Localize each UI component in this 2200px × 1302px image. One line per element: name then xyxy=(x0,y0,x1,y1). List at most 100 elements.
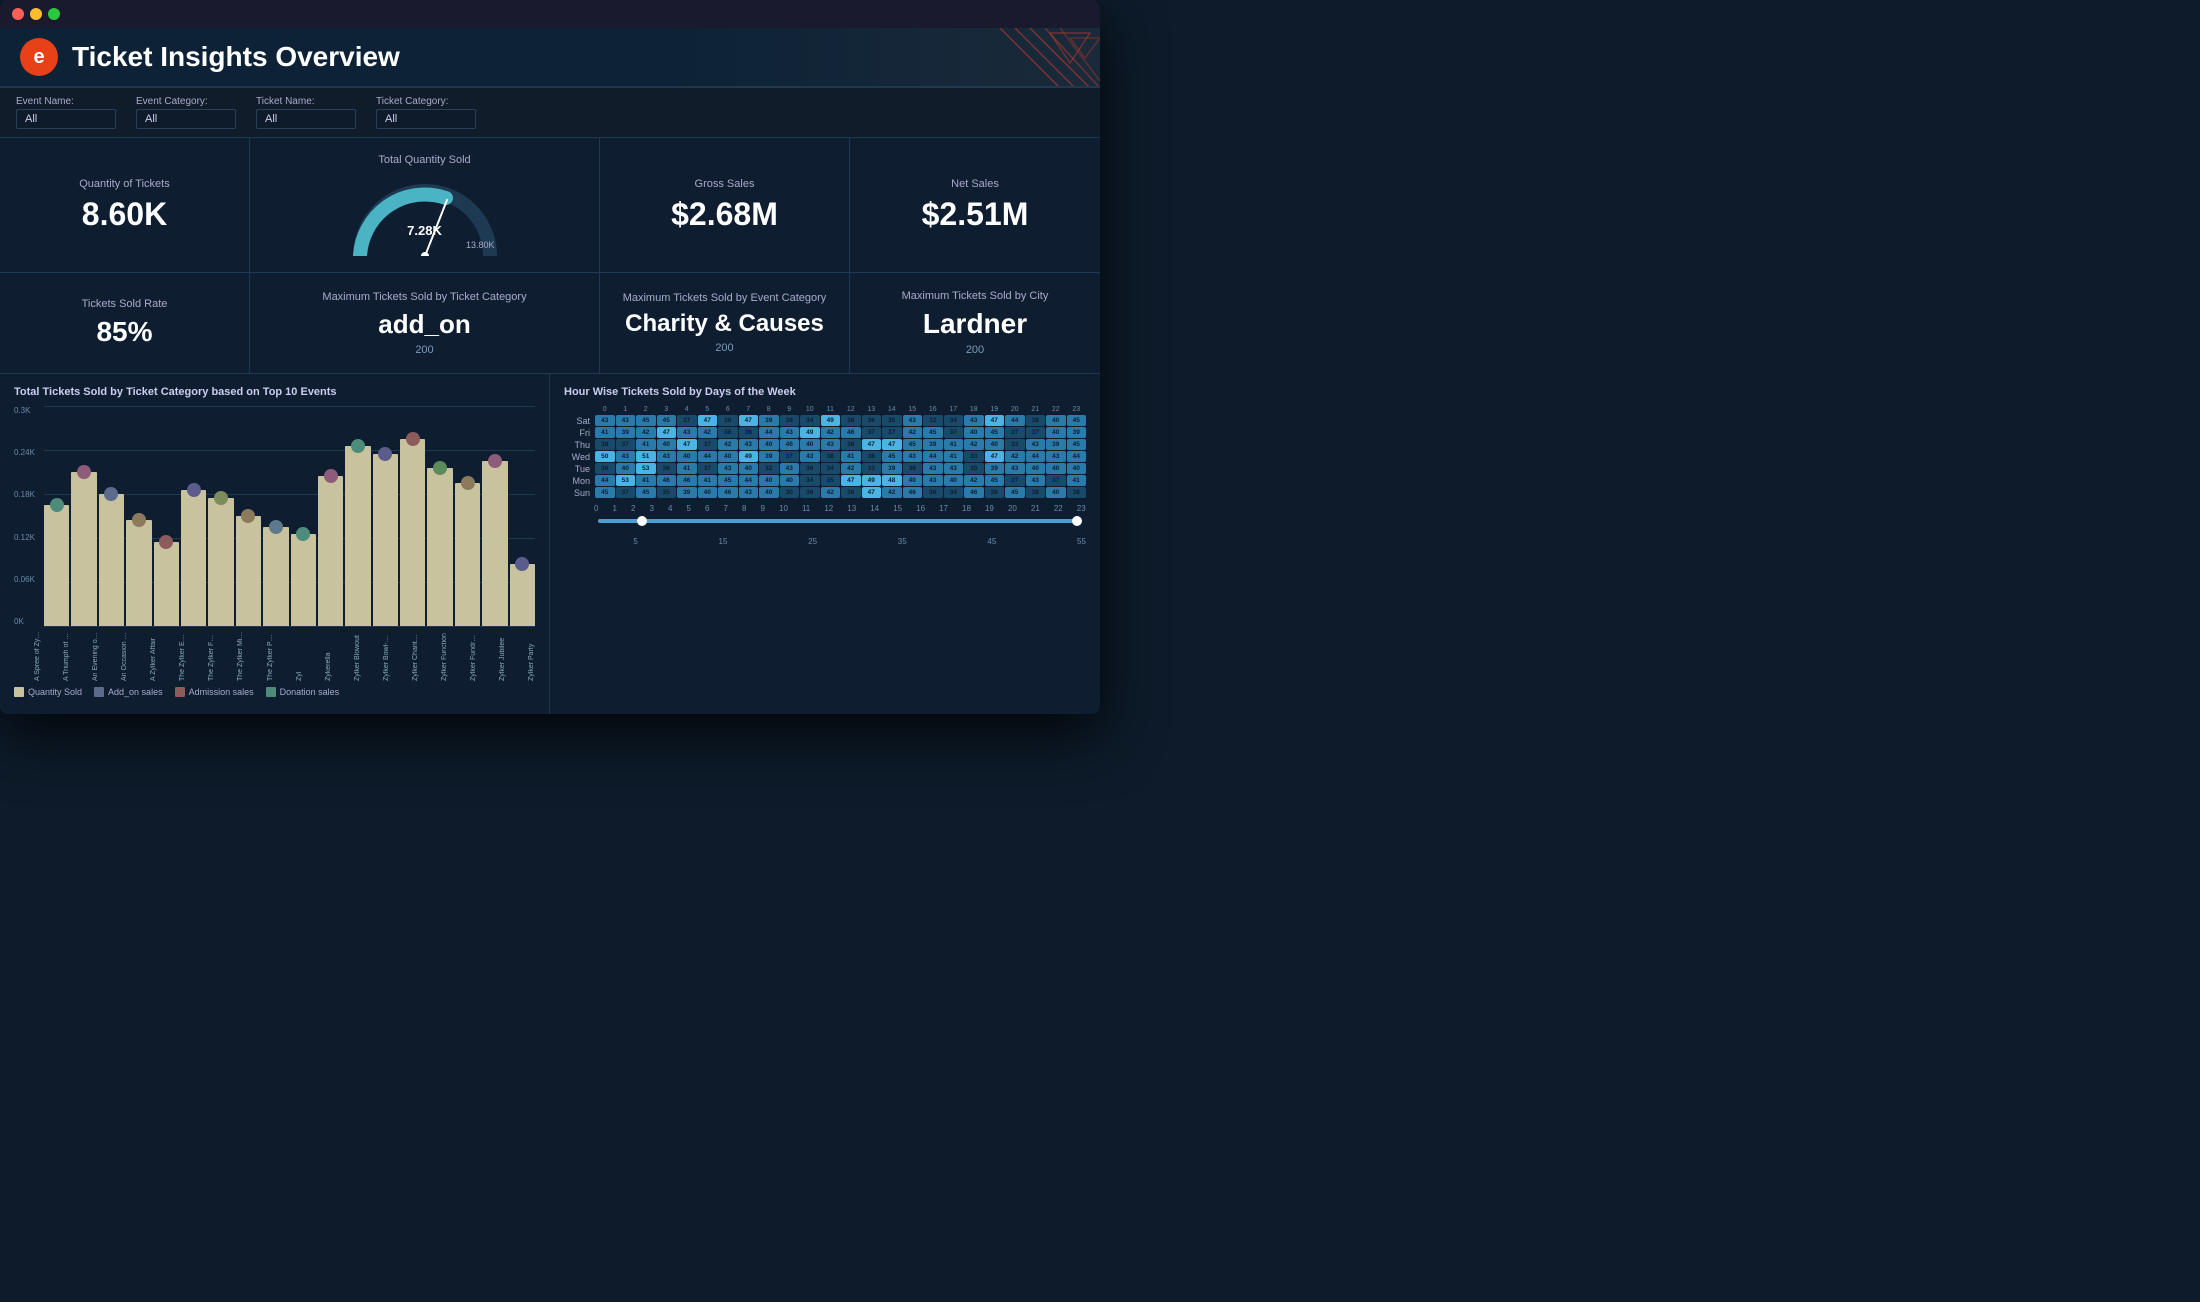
legend-label: Quantity Sold xyxy=(28,687,82,697)
heatmap-hour-header: 23 xyxy=(1067,406,1087,413)
minimize-button[interactable] xyxy=(30,8,42,20)
max-ticket-cat-sub: 200 xyxy=(415,344,433,356)
bar-group xyxy=(126,406,151,626)
heatmap-cell: 38 xyxy=(718,427,738,438)
heatmap-cell: 37 xyxy=(698,463,718,474)
bar-group xyxy=(482,406,507,626)
heatmap-cell: 33 xyxy=(964,451,984,462)
heatmap-row: Thu3837414047374243404640433847474539414… xyxy=(564,439,1086,450)
bar-rect xyxy=(291,534,316,626)
heatmap-cell: 43 xyxy=(1026,439,1046,450)
heatmap-cell: 32 xyxy=(923,415,943,426)
heatmap-cell: 53 xyxy=(636,463,656,474)
heatmap-cell: 40 xyxy=(780,475,800,486)
bar-group xyxy=(99,406,124,626)
heatmap-cell: 41 xyxy=(677,463,697,474)
bar-label: Zylker Function xyxy=(421,631,448,681)
heatmap-cell: 41 xyxy=(636,439,656,450)
heatmap-cell: 38 xyxy=(841,439,861,450)
kpi-row-2: Tickets Sold Rate 85% Maximum Tickets So… xyxy=(0,273,1100,374)
hour-label: 19 xyxy=(985,504,994,513)
heatmap-cell: 43 xyxy=(923,463,943,474)
heatmap-hour-header: 21 xyxy=(1026,406,1046,413)
maximize-button[interactable] xyxy=(48,8,60,20)
heatmap-cell: 43 xyxy=(739,487,759,498)
heatmap-cell: 36 xyxy=(800,487,820,498)
heatmap-cell: 41 xyxy=(944,451,964,462)
heatmap-cell: 41 xyxy=(595,427,615,438)
bar-chart-area: 0.3K0.24K0.18K0.12K0.06K0K xyxy=(44,406,535,626)
heatmap-hour-header: 4 xyxy=(677,406,697,413)
event-name-select[interactable]: All xyxy=(16,109,116,129)
heatmap-grid: 01234567891011121314151617181920212223Sa… xyxy=(564,406,1086,498)
heatmap-cell: 46 xyxy=(841,427,861,438)
bar-rect xyxy=(154,542,179,626)
heatmap-cell: 40 xyxy=(985,439,1005,450)
heatmap-cell: 43 xyxy=(923,475,943,486)
heatmap-cell: 45 xyxy=(657,415,677,426)
ticket-category-select[interactable]: All xyxy=(376,109,476,129)
heatmap-cell: 36 xyxy=(841,487,861,498)
heatmap-cell: 40 xyxy=(759,487,779,498)
heatmap-cell: 43 xyxy=(780,427,800,438)
hour-label: 20 xyxy=(1008,504,1017,513)
heatmap-cell: 44 xyxy=(739,475,759,486)
max-event-cat-sub: 200 xyxy=(715,342,733,354)
heatmap-cell: 38 xyxy=(1026,415,1046,426)
bar-labels: A Spree of ZylkerA Triumph of ZylkerAn E… xyxy=(14,628,535,681)
bar-label: Zylker Jubilee xyxy=(479,631,506,681)
max-event-cat-value: Charity & Causes xyxy=(625,310,824,338)
max-city-label: Maximum Tickets Sold by City xyxy=(902,290,1049,302)
event-category-select[interactable]: All xyxy=(136,109,236,129)
gauge-label: Total Quantity Sold xyxy=(378,154,470,166)
event-name-label: Event Name: xyxy=(16,96,116,107)
heatmap-hour-header: 22 xyxy=(1046,406,1066,413)
heatmap-cell: 43 xyxy=(944,463,964,474)
bar-rect xyxy=(482,461,507,626)
bar-chart-panel: Total Tickets Sold by Ticket Category ba… xyxy=(0,374,550,714)
slider-label-value: 35 xyxy=(898,537,907,546)
bar-label: An Occasion for Zyl. xyxy=(101,631,128,681)
event-category-filter: Event Category: All xyxy=(136,96,236,129)
heatmap-cell: 42 xyxy=(1005,451,1025,462)
heatmap-cell: 44 xyxy=(923,451,943,462)
slider-container[interactable] xyxy=(598,519,1082,535)
heatmap-cell: 42 xyxy=(821,487,841,498)
heatmap-cell: 33 xyxy=(862,463,882,474)
bar-rect xyxy=(427,468,452,626)
heatmap-cell: 47 xyxy=(985,451,1005,462)
bar-label: Zylker Charity Fund. xyxy=(392,631,419,681)
event-category-label: Event Category: xyxy=(136,96,236,107)
heatmap-cell: 42 xyxy=(964,475,984,486)
heatmap-cell: 40 xyxy=(759,475,779,486)
heatmap-hour-header: 0 xyxy=(595,406,615,413)
heatmap-cell: 46 xyxy=(964,487,984,498)
close-button[interactable] xyxy=(12,8,24,20)
hour-label: 11 xyxy=(802,504,810,513)
bar-group xyxy=(400,406,425,626)
legend-item: Quantity Sold xyxy=(14,687,82,697)
bar-rect xyxy=(373,454,398,626)
heatmap-cell: 47 xyxy=(862,487,882,498)
heatmap-cell: 43 xyxy=(616,415,636,426)
heatmap-cell: 41 xyxy=(636,475,656,486)
bar-group xyxy=(181,406,206,626)
heatmap-cell: 46 xyxy=(903,487,923,498)
bar-dot xyxy=(269,520,283,534)
heatmap-cell: 38 xyxy=(780,415,800,426)
sold-rate-card: Tickets Sold Rate 85% xyxy=(0,273,250,373)
heatmap-hour-header: 13 xyxy=(862,406,882,413)
heatmap-cell: 36 xyxy=(862,415,882,426)
heatmap-hour-header: 15 xyxy=(903,406,923,413)
ticket-name-select[interactable]: All xyxy=(256,109,356,129)
bar-label: Zylker Fundraiser xyxy=(450,631,477,681)
bar-label: An Evening of Zylker xyxy=(72,631,99,681)
heatmap-cell: 38 xyxy=(903,463,923,474)
heatmap-cell: 41 xyxy=(1067,475,1087,486)
hour-label: 7 xyxy=(724,504,728,513)
heatmap-cell: 45 xyxy=(636,415,656,426)
ticket-name-label: Ticket Name: xyxy=(256,96,356,107)
heatmap-cell: 40 xyxy=(800,439,820,450)
gauge-center-value: 7.28K xyxy=(407,223,442,238)
window-chrome xyxy=(0,0,1100,28)
